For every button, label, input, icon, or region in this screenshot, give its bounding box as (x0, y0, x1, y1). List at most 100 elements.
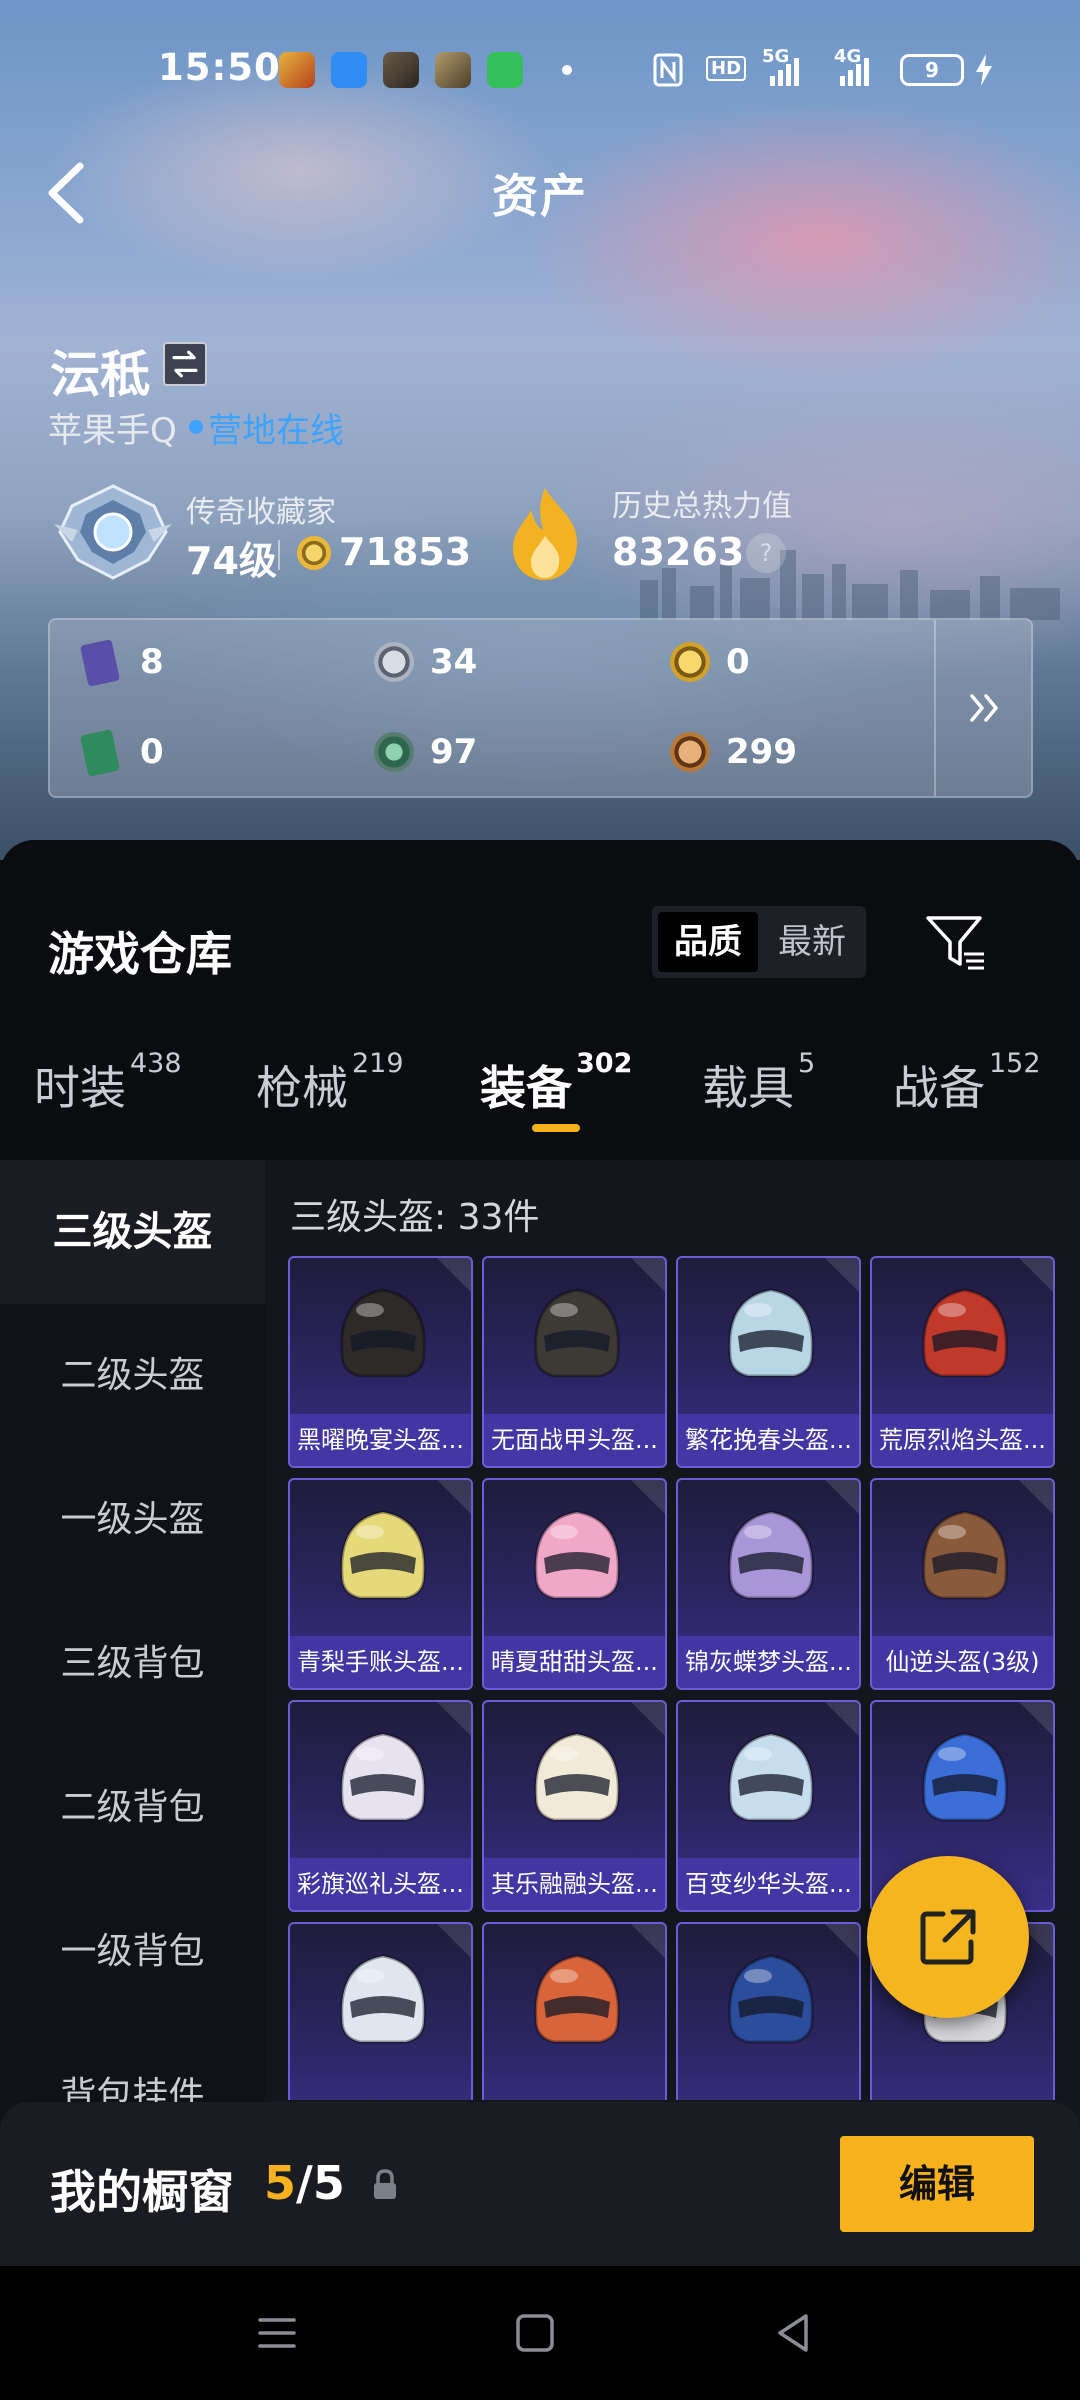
warehouse-title: 游戏仓库 (48, 927, 232, 981)
asset-item[interactable]: 0 (79, 728, 204, 778)
item-card[interactable] (676, 1922, 861, 2100)
item-card-name: 仙逆头盔(3级) (872, 1636, 1053, 1688)
pubg-mobile-app-icon (435, 52, 471, 88)
double-chevron-right-icon (970, 694, 998, 722)
helmet-icon (922, 1288, 1008, 1378)
sidebar-item-level2-backpack[interactable]: 二级背包 (0, 1736, 265, 1880)
filter-icon[interactable] (922, 910, 988, 976)
tab-supplies[interactable]: 战备 152 (893, 1048, 1041, 1118)
item-card[interactable]: 无面战甲头盔... (482, 1256, 667, 1468)
card-corner-decoration (631, 1924, 665, 1958)
helmet-icon (534, 1954, 620, 2044)
files-app-icon (331, 52, 367, 88)
card-corner-decoration (437, 1258, 471, 1292)
item-card[interactable]: 荒原烈焰头盔... (870, 1256, 1055, 1468)
sort-quality-button[interactable]: 品质 (658, 912, 758, 972)
helmet-icon (340, 1510, 426, 1600)
tab-equipment[interactable]: 装备 302 (480, 1048, 632, 1118)
user-name: 沄秪 (50, 346, 150, 404)
card-corner-decoration (437, 1924, 471, 1958)
item-card-name: 晴夏甜甜头盔... (484, 1636, 665, 1688)
helmet-icon (340, 1954, 426, 2044)
helmet-icon (534, 1732, 620, 1822)
item-card[interactable] (482, 1922, 667, 2100)
tab-weapons[interactable]: 枪械 219 (256, 1048, 404, 1118)
sidebar-item-level1-backpack[interactable]: 一级背包 (0, 1880, 265, 2024)
item-card[interactable]: 晴夏甜甜头盔... (482, 1478, 667, 1690)
item-card[interactable] (288, 1922, 473, 2100)
card-corner-decoration (825, 1924, 859, 1958)
signal-4g-icon (840, 58, 869, 86)
item-count-label: 三级头盔: 33件 (290, 1197, 540, 1238)
card-corner-decoration (437, 1702, 471, 1736)
helmet-icon (340, 1288, 426, 1378)
status-time: 15:50 (158, 46, 281, 89)
hd-indicator: HD (706, 56, 747, 81)
item-card[interactable]: 百变纱华头盔... (676, 1700, 861, 1912)
item-card[interactable]: 黑曜晚宴头盔... (288, 1256, 473, 1468)
item-card[interactable]: 锦灰蝶梦头盔... (676, 1478, 861, 1690)
card-corner-decoration (1019, 1480, 1053, 1514)
security-app-icon (487, 52, 523, 88)
helmet-icon (534, 1288, 620, 1378)
tab-vehicles[interactable]: 载具 5 (702, 1048, 815, 1118)
helmet-icon (922, 1510, 1008, 1600)
signal-5g-icon (770, 58, 799, 86)
card-corner-decoration (825, 1258, 859, 1292)
collector-coin-icon (297, 536, 331, 570)
online-dot (189, 420, 203, 434)
helmet-icon (534, 1510, 620, 1600)
helmet-icon (728, 1288, 814, 1378)
gold-coin-icon (670, 642, 710, 682)
item-card-name: 其乐融融头盔... (484, 1858, 665, 1910)
item-card-name: 荒原烈焰头盔... (872, 1414, 1053, 1466)
sidebar-item-level2-helmet[interactable]: 二级头盔 (0, 1304, 265, 1448)
asset-item[interactable]: 34 (374, 638, 514, 688)
edit-showcase-button[interactable]: 编辑 (840, 2136, 1034, 2232)
charging-icon (976, 54, 992, 86)
sidebar-item-level3-helmet[interactable]: 三级头盔 (0, 1160, 265, 1304)
home-nav-icon[interactable] (512, 2310, 558, 2356)
green-orb-icon (374, 732, 414, 772)
sort-newest-button[interactable]: 最新 (762, 912, 862, 972)
menu-nav-icon[interactable] (254, 2310, 300, 2356)
switch-account-icon[interactable] (163, 342, 207, 386)
help-icon[interactable]: ? (746, 533, 786, 573)
item-card-name: 繁花挽春头盔... (678, 1414, 859, 1466)
card-corner-decoration (631, 1702, 665, 1736)
asset-item[interactable]: 0 (670, 638, 810, 688)
item-card[interactable]: 繁花挽春头盔... (676, 1256, 861, 1468)
asset-item[interactable]: 8 (79, 638, 204, 688)
purple-card-icon (79, 639, 121, 687)
asset-item[interactable]: 299 (670, 728, 830, 778)
online-status: 营地在线 (208, 411, 344, 451)
active-tab-indicator (532, 1124, 580, 1132)
card-corner-decoration (825, 1480, 859, 1514)
item-card-name: 无面战甲头盔... (484, 1414, 665, 1466)
asset-more-button[interactable] (934, 620, 1031, 796)
item-card[interactable]: 青梨手账头盔... (288, 1478, 473, 1690)
sort-toggle: 品质 最新 (652, 906, 866, 978)
share-button[interactable] (867, 1856, 1029, 2018)
asset-item[interactable]: 97 (374, 728, 514, 778)
item-card[interactable]: 彩旗巡礼头盔... (288, 1700, 473, 1912)
helmet-icon (922, 1732, 1008, 1822)
collector-label: 传奇收藏家 (186, 495, 336, 530)
item-card-name: 锦灰蝶梦头盔... (678, 1636, 859, 1688)
sidebar-item-level3-backpack[interactable]: 三级背包 (0, 1592, 265, 1736)
nfc-icon (653, 53, 683, 87)
page-title: 资产 (492, 169, 588, 223)
lock-icon (374, 2169, 396, 2199)
item-card[interactable]: 仙逆头盔(3级) (870, 1478, 1055, 1690)
sidebar-item-level1-helmet[interactable]: 一级头盔 (0, 1448, 265, 1592)
share-icon (920, 1909, 976, 1965)
battery-indicator: 9 (900, 54, 964, 86)
back-nav-icon[interactable] (770, 2310, 816, 2356)
tab-fashion[interactable]: 时装 438 (34, 1048, 182, 1118)
card-corner-decoration (437, 1480, 471, 1514)
card-corner-decoration (1019, 1702, 1053, 1736)
game-app-icon (279, 52, 315, 88)
status-bar: 15:50 HD 5G 4G 9 (0, 40, 1080, 100)
item-card[interactable]: 其乐融融头盔... (482, 1700, 667, 1912)
card-corner-decoration (631, 1480, 665, 1514)
